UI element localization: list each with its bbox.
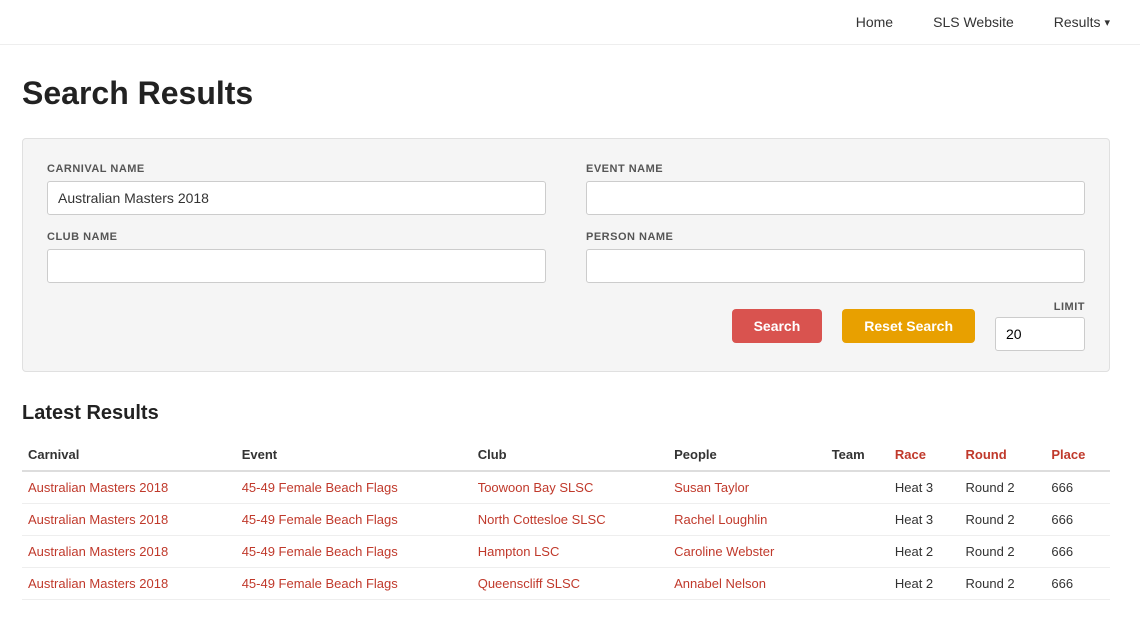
cell-round: Round 2 [960,536,1046,568]
club-name-input[interactable] [47,249,546,283]
nav-results-dropdown[interactable]: Results ▾ [1054,14,1110,30]
cell-team [826,568,889,600]
carnival-name-group: CARNIVAL NAME [47,163,546,215]
cell-people[interactable]: Susan Taylor [668,471,826,504]
cell-carnival[interactable]: Australian Masters 2018 [22,568,236,600]
event-name-group: EVENT NAME [586,163,1085,215]
event-name-label: EVENT NAME [586,163,1085,175]
event-name-input[interactable] [586,181,1085,215]
col-people: People [668,439,826,471]
chevron-down-icon: ▾ [1104,16,1110,29]
cell-carnival[interactable]: Australian Masters 2018 [22,471,236,504]
cell-club[interactable]: Hampton LSC [472,536,668,568]
cell-club[interactable]: Queenscliff SLSC [472,568,668,600]
nav-results-link[interactable]: Results [1054,14,1101,30]
search-form-container: CARNIVAL NAME EVENT NAME CLUB NAME PERSO… [22,138,1110,372]
col-round: Round [960,439,1046,471]
nav-sls-website[interactable]: SLS Website [933,14,1014,30]
cell-club[interactable]: Toowoon Bay SLSC [472,471,668,504]
table-row: Australian Masters 2018 45-49 Female Bea… [22,471,1110,504]
cell-race: Heat 2 [889,568,960,600]
cell-place: 666 [1045,568,1110,600]
cell-round: Round 2 [960,568,1046,600]
carnival-name-label: CARNIVAL NAME [47,163,546,175]
club-name-group: CLUB NAME [47,231,546,283]
carnival-name-input[interactable] [47,181,546,215]
col-place: Place [1045,439,1110,471]
person-name-input[interactable] [586,249,1085,283]
cell-people[interactable]: Caroline Webster [668,536,826,568]
cell-round: Round 2 [960,504,1046,536]
cell-club[interactable]: North Cottesloe SLSC [472,504,668,536]
cell-carnival[interactable]: Australian Masters 2018 [22,536,236,568]
reset-search-button[interactable]: Reset Search [842,309,975,343]
cell-people[interactable]: Rachel Loughlin [668,504,826,536]
limit-group: LIMIT [995,301,1085,351]
cell-round: Round 2 [960,471,1046,504]
page-content: Search Results CARNIVAL NAME EVENT NAME … [0,45,1140,630]
cell-team [826,536,889,568]
limit-input[interactable] [995,317,1085,351]
cell-place: 666 [1045,471,1110,504]
navbar: Home SLS Website Results ▾ [0,0,1140,45]
col-team: Team [826,439,889,471]
search-button[interactable]: Search [732,309,823,343]
cell-race: Heat 3 [889,471,960,504]
form-grid: CARNIVAL NAME EVENT NAME CLUB NAME PERSO… [47,163,1085,283]
cell-event[interactable]: 45-49 Female Beach Flags [236,536,472,568]
col-race: Race [889,439,960,471]
person-name-group: PERSON NAME [586,231,1085,283]
cell-team [826,504,889,536]
results-section-title: Latest Results [22,402,1110,425]
cell-team [826,471,889,504]
person-name-label: PERSON NAME [586,231,1085,243]
nav-home[interactable]: Home [856,14,893,30]
cell-place: 666 [1045,504,1110,536]
table-row: Australian Masters 2018 45-49 Female Bea… [22,536,1110,568]
club-name-label: CLUB NAME [47,231,546,243]
cell-people[interactable]: Annabel Nelson [668,568,826,600]
table-row: Australian Masters 2018 45-49 Female Bea… [22,568,1110,600]
cell-race: Heat 3 [889,504,960,536]
cell-race: Heat 2 [889,536,960,568]
limit-label: LIMIT [1054,301,1085,313]
table-row: Australian Masters 2018 45-49 Female Bea… [22,504,1110,536]
cell-event[interactable]: 45-49 Female Beach Flags [236,504,472,536]
form-actions: Search Reset Search LIMIT [47,301,1085,351]
col-carnival: Carnival [22,439,236,471]
cell-event[interactable]: 45-49 Female Beach Flags [236,568,472,600]
col-club: Club [472,439,668,471]
cell-carnival[interactable]: Australian Masters 2018 [22,504,236,536]
page-title: Search Results [22,75,1110,112]
cell-place: 666 [1045,536,1110,568]
table-header-row: Carnival Event Club People Team Race Rou… [22,439,1110,471]
col-event: Event [236,439,472,471]
results-table: Carnival Event Club People Team Race Rou… [22,439,1110,600]
cell-event[interactable]: 45-49 Female Beach Flags [236,471,472,504]
